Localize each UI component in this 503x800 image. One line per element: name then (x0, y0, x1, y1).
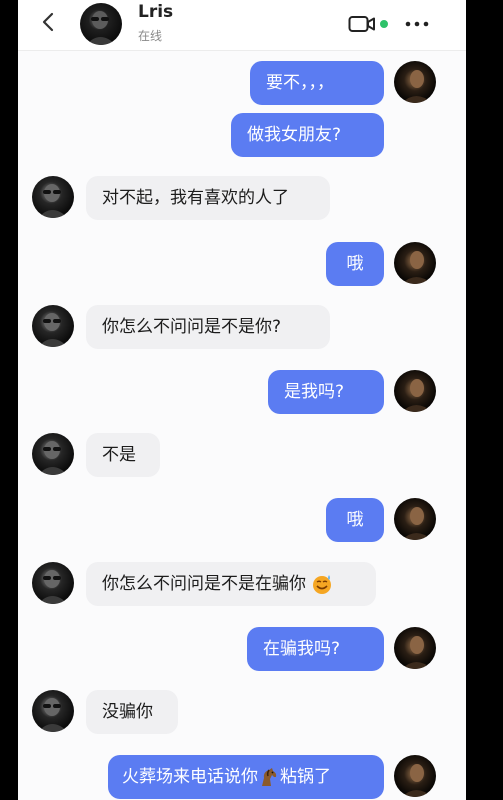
message-text-after-emoji: 粘锅了 (280, 767, 331, 787)
message-row: 不是 (18, 433, 466, 477)
message-text: 哦 (346, 510, 364, 530)
contact-message-avatar[interactable] (32, 176, 74, 218)
message-text: 不是 (102, 445, 136, 465)
message-row: 对不起，我有喜欢的人了 (18, 176, 466, 220)
contact-message-avatar[interactable] (32, 690, 74, 732)
my-avatar[interactable] (394, 61, 436, 103)
horse-emoji-icon (262, 768, 277, 786)
sent-message-bubble[interactable]: 哦 (326, 242, 384, 286)
back-chevron-icon[interactable] (40, 12, 56, 32)
contact-message-avatar[interactable] (32, 562, 74, 604)
my-avatar[interactable] (394, 498, 436, 540)
sent-message-bubble[interactable]: 哦 (326, 498, 384, 542)
message-row: 做我女朋友? (18, 113, 466, 157)
sent-message-bubble[interactable]: 火葬场来电话说你 粘锅了 (108, 755, 384, 799)
received-message-bubble[interactable]: 不是 (86, 433, 160, 477)
chat-screen: Lris 在线 要不，，， 做我女朋友? 对不起，我有喜欢的人了 哦 你怎么不问… (18, 0, 466, 800)
sent-message-bubble[interactable]: 做我女朋友? (231, 113, 384, 157)
message-row: 在骗我吗? (18, 627, 466, 671)
message-text-before-emoji: 火葬场来电话说你 (122, 767, 258, 787)
chat-header: Lris 在线 (18, 0, 466, 51)
contact-message-avatar[interactable] (32, 433, 74, 475)
received-message-bubble[interactable]: 你怎么不问问是不是在骗你 (86, 562, 376, 606)
message-row: 哦 (18, 242, 466, 286)
message-text: 要不，，， (266, 73, 334, 93)
contact-avatar[interactable] (80, 3, 122, 45)
message-row: 你怎么不问问是不是在骗你 (18, 562, 466, 606)
my-avatar[interactable] (394, 242, 436, 284)
message-text: 对不起，我有喜欢的人了 (102, 188, 289, 208)
message-row: 是我吗? (18, 370, 466, 414)
sweat-smile-emoji-icon (313, 575, 332, 594)
message-text: 你怎么不问问是不是你? (102, 317, 282, 337)
message-row: 哦 (18, 498, 466, 542)
sent-message-bubble[interactable]: 要不，，， (250, 61, 384, 105)
contact-message-avatar[interactable] (32, 305, 74, 347)
my-avatar[interactable] (394, 370, 436, 412)
message-text: 没骗你 (102, 702, 153, 722)
message-text: 哦 (346, 254, 364, 274)
my-avatar[interactable] (394, 755, 436, 797)
message-text: 是我吗? (284, 382, 345, 402)
message-text: 你怎么不问问是不是在骗你 (102, 574, 306, 594)
message-text: 做我女朋友? (247, 125, 342, 145)
contact-status: 在线 (138, 29, 163, 43)
message-row: 没骗你 (18, 690, 466, 734)
message-row: 要不，，， (18, 61, 466, 105)
message-row: 你怎么不问问是不是你? (18, 305, 466, 349)
more-options-icon[interactable] (402, 14, 432, 34)
message-row: 火葬场来电话说你 粘锅了 (18, 755, 466, 799)
received-message-bubble[interactable]: 你怎么不问问是不是你? (86, 305, 330, 349)
message-text: 在骗我吗? (263, 639, 341, 659)
online-indicator (380, 20, 388, 28)
sent-message-bubble[interactable]: 在骗我吗? (247, 627, 384, 671)
received-message-bubble[interactable]: 没骗你 (86, 690, 178, 734)
received-message-bubble[interactable]: 对不起，我有喜欢的人了 (86, 176, 330, 220)
video-call-icon[interactable] (348, 14, 376, 34)
contact-name: Lris (138, 2, 174, 22)
my-avatar[interactable] (394, 627, 436, 669)
sent-message-bubble[interactable]: 是我吗? (268, 370, 384, 414)
